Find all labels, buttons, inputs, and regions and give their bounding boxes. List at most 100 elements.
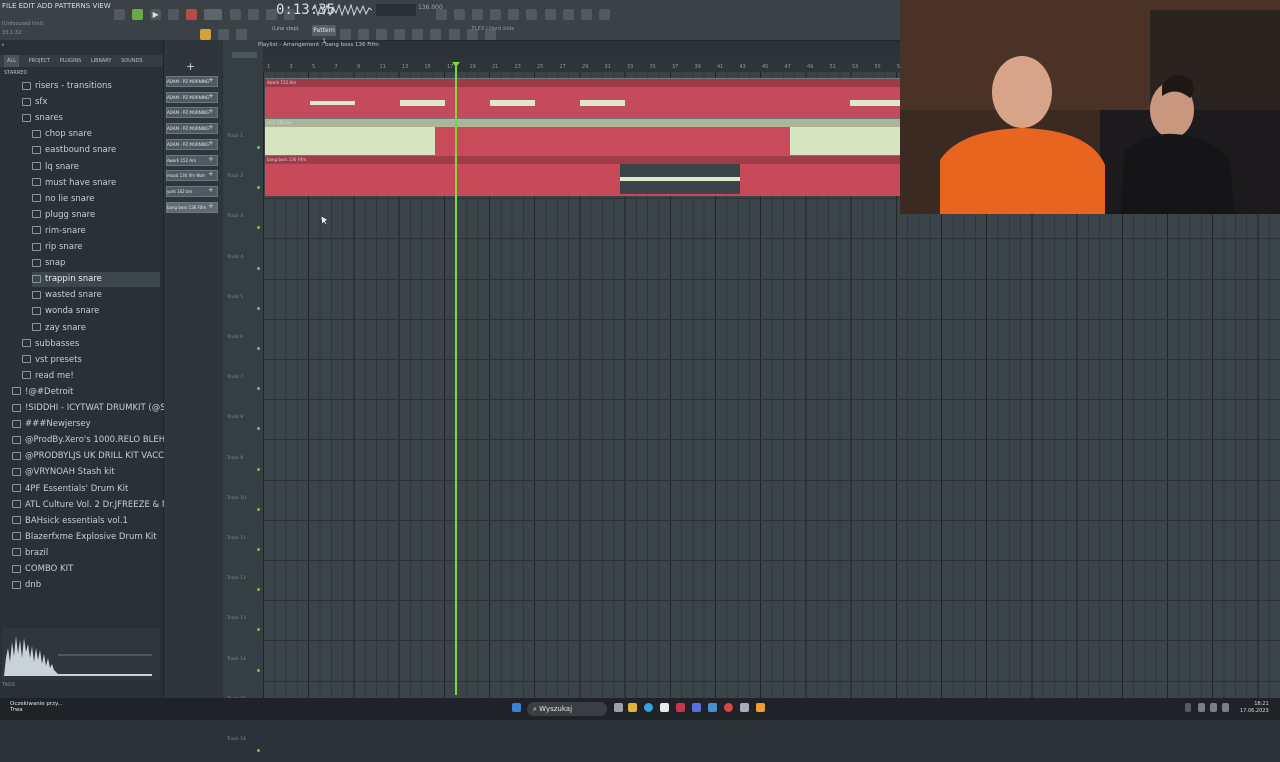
browser-item[interactable]: vst presets: [22, 353, 160, 368]
playlist-icon[interactable]: [436, 9, 447, 20]
browser-item[interactable]: plugg snare: [32, 208, 160, 223]
snap-mode-label[interactable]: (Line step): [272, 26, 299, 32]
plus-icon[interactable]: +: [208, 123, 214, 132]
plus-icon[interactable]: +: [208, 107, 214, 116]
tab-library[interactable]: LIBRARY: [91, 55, 112, 67]
track-label[interactable]: Track 7: [227, 375, 243, 380]
track-label[interactable]: Track 14: [227, 657, 246, 662]
metronome-icon[interactable]: [114, 9, 125, 20]
browser-item[interactable]: snares: [22, 111, 160, 126]
tempo-display[interactable]: [204, 9, 223, 20]
track-label[interactable]: Track 2: [227, 174, 243, 179]
snap-magnet-icon[interactable]: [200, 29, 211, 40]
taskbar-search[interactable]: ⌕ Wyszukaj: [527, 702, 607, 716]
track-mute-led[interactable]: [257, 749, 260, 752]
browser-item[interactable]: !@#Detroit: [12, 385, 160, 400]
taskbar-weather[interactable]: Oczekiwanie przy... Trwa: [10, 701, 63, 713]
edge-icon[interactable]: [644, 703, 653, 712]
list-icon[interactable]: [376, 29, 388, 40]
stop-icon[interactable]: [168, 9, 180, 20]
piano-roll-icon[interactable]: [454, 9, 466, 20]
browser-item[interactable]: Blazerfxme Explosive Drum Kit: [12, 530, 160, 545]
browser-item[interactable]: @PRODBYLJS UK DRILL KIT VACCINE: [12, 449, 178, 464]
taskbar-clock[interactable]: 18:21 17.06.2023: [1240, 701, 1269, 715]
task-view-icon[interactable]: [614, 703, 623, 712]
plus-icon[interactable]: +: [208, 186, 214, 195]
pencil-icon[interactable]: [236, 29, 248, 40]
plus-icon[interactable]: +: [208, 155, 214, 164]
track-label[interactable]: Track 6: [227, 335, 243, 340]
track-label[interactable]: Track 13: [227, 616, 246, 621]
track-label[interactable]: Track 8: [227, 415, 243, 420]
browser-item[interactable]: dnb: [12, 578, 160, 593]
track-mute-led[interactable]: [257, 507, 260, 511]
browser-item[interactable]: no lie snare: [32, 192, 160, 207]
tab-all[interactable]: ALL: [4, 55, 19, 67]
tray-icon[interactable]: [1198, 703, 1205, 712]
play-icon[interactable]: ▶: [150, 9, 162, 20]
track-label[interactable]: Track 10: [227, 496, 246, 501]
browser-item[interactable]: trappin snare: [32, 272, 160, 288]
tab-project[interactable]: PROJECT: [29, 55, 51, 67]
track-mute-led[interactable]: [257, 427, 260, 431]
track-label[interactable]: Track 11: [227, 536, 246, 541]
help-icon[interactable]: [508, 9, 520, 20]
browser-item[interactable]: rip snare: [32, 240, 160, 255]
loop-icon[interactable]: [247, 9, 259, 20]
browser-item[interactable]: wasted snare: [32, 288, 160, 303]
plus-icon[interactable]: +: [208, 76, 214, 85]
channel-rack-icon[interactable]: [490, 9, 502, 20]
browser-item[interactable]: 4PF Essentials' Drum Kit: [12, 482, 160, 497]
network-icon[interactable]: [1210, 703, 1217, 712]
browser-item[interactable]: risers - transitions: [22, 79, 160, 94]
store-icon[interactable]: [660, 703, 669, 712]
browser-item[interactable]: wonda snare: [32, 304, 160, 319]
browser-item[interactable]: brazil: [12, 546, 160, 561]
tab-starred[interactable]: STARRED: [4, 67, 27, 79]
track-mute-led[interactable]: [257, 668, 260, 672]
file-explorer-icon[interactable]: [628, 703, 637, 712]
app-icon[interactable]: [708, 703, 717, 712]
browser-item[interactable]: snap: [32, 256, 160, 271]
browser-item[interactable]: !SIDDHI - ICYTWAT DRUMKIT (@SIMON): [12, 401, 192, 416]
browser-item[interactable]: subbasses: [22, 337, 160, 352]
record-settings-icon[interactable]: [562, 9, 574, 20]
fl-studio-icon[interactable]: [756, 703, 765, 712]
record-icon[interactable]: [186, 9, 198, 20]
browser-item[interactable]: read me!: [22, 369, 160, 384]
track-label[interactable]: Track 9: [227, 456, 243, 461]
track-mute-led[interactable]: [257, 628, 260, 632]
keyboard-icon[interactable]: [394, 29, 406, 40]
track-mute-led[interactable]: [257, 306, 260, 310]
tray-chevron-icon[interactable]: [1185, 703, 1191, 712]
browser-icon[interactable]: [544, 9, 556, 20]
track-label[interactable]: Track 1: [227, 134, 243, 139]
track-mute-led[interactable]: [257, 548, 260, 551]
track-label[interactable]: Track 12: [227, 576, 246, 581]
track-mute-led[interactable]: [257, 146, 260, 149]
track-label[interactable]: Track 16: [227, 737, 246, 742]
audio-clip[interactable]: york 162 bm: [265, 118, 902, 159]
pattern-selector[interactable]: Pattern 1: [312, 25, 336, 45]
app-icon[interactable]: [692, 703, 701, 712]
start-icon[interactable]: [512, 703, 521, 712]
main-menu[interactable]: FILE EDIT ADD PATTERNS VIEW OPTIONS TOOL…: [2, 2, 112, 16]
browser-item[interactable]: must have snare: [32, 176, 160, 191]
browser-item[interactable]: ###Newjersey: [12, 417, 160, 432]
plugin-icon[interactable]: [526, 9, 538, 20]
plus-icon[interactable]: +: [208, 139, 214, 148]
track-mute-led[interactable]: [257, 467, 260, 471]
gear-icon[interactable]: [598, 9, 610, 20]
audio-clip[interactable]: dwork 152 Am: [265, 78, 902, 119]
add-pattern-icon[interactable]: [340, 29, 351, 40]
app-icon[interactable]: [740, 703, 749, 712]
plus-icon[interactable]: +: [208, 202, 214, 211]
browser-item[interactable]: ATL Culture Vol. 2 Dr.JFREEZE & Mike Fue…: [12, 498, 210, 513]
browser-footer[interactable]: TAGS: [2, 682, 160, 694]
browser-item[interactable]: @VRYNOAH Stash kit: [12, 465, 160, 480]
snap-icon[interactable]: [229, 9, 241, 20]
grid-icon[interactable]: [358, 29, 370, 40]
browser-item[interactable]: chop snare: [32, 127, 160, 142]
pattern-song-toggle[interactable]: [132, 9, 144, 20]
plus-icon[interactable]: +: [208, 92, 214, 101]
